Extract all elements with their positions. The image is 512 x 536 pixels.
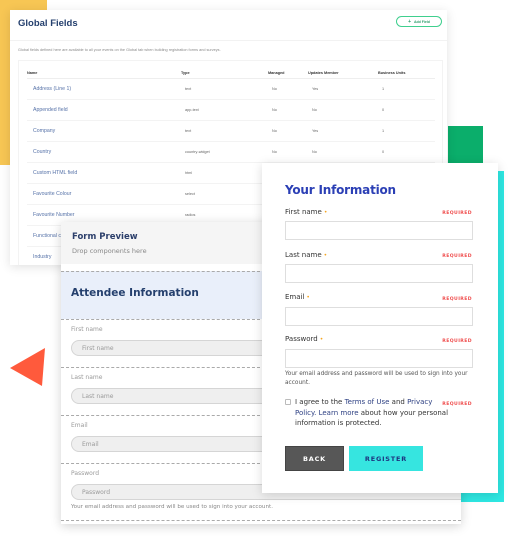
first-name-required: REQUIRED (442, 211, 472, 216)
required-star-icon: • (319, 336, 324, 343)
field-name-link[interactable]: Custom HTML field (27, 170, 181, 176)
table-row[interactable]: Company text No Yes 1 (27, 121, 435, 142)
terms-of-use-link[interactable]: Terms of Use (345, 398, 390, 406)
table-row[interactable]: Address (Line 1) text No Yes 1 (27, 79, 435, 100)
learn-more-link[interactable]: Learn more (316, 409, 359, 417)
agree-required: REQUIRED (442, 402, 472, 407)
agree-prefix: I agree to the (295, 398, 345, 406)
field-name-link[interactable]: Favourite Colour (27, 191, 181, 197)
agree-checkbox[interactable] (285, 399, 291, 405)
field-type: select (185, 192, 195, 196)
first-name-input[interactable] (285, 221, 473, 240)
email-label-text: Email (285, 293, 305, 301)
field-updates-member: No (312, 150, 317, 154)
field-updates-member: Yes (312, 87, 319, 91)
column-header-name[interactable]: Name (27, 71, 181, 75)
decorative-triangle-icon (10, 348, 45, 386)
field-managed: No (272, 150, 277, 154)
table-row[interactable]: Appended field app-text No No 0 (27, 100, 435, 121)
form-title: Your Information (285, 183, 396, 197)
column-header-updates-member[interactable]: Updates Member (308, 71, 378, 75)
field-business-units: 0 (382, 108, 385, 112)
field-updates-member: No (312, 108, 317, 112)
password-help-text: Your email address and password will be … (285, 371, 468, 386)
required-star-icon: • (323, 252, 328, 259)
field-managed: No (272, 129, 277, 133)
preview-bottom-divider (61, 520, 461, 521)
form-preview-title: Form Preview (72, 232, 138, 242)
drop-zone-hint: Drop components here (72, 247, 147, 255)
required-star-icon: • (323, 209, 328, 216)
column-header-type[interactable]: Type (181, 71, 268, 75)
agree-text: I agree to the Terms of Use and Privacy … (295, 397, 455, 429)
attendee-section-title: Attendee Information (71, 287, 199, 299)
field-name-link[interactable]: Appended field (27, 107, 181, 113)
field-type: app-text (185, 108, 199, 112)
last-name-required: REQUIRED (442, 254, 472, 259)
last-name-input[interactable] (285, 264, 473, 283)
field-updates-member: Yes (312, 129, 319, 133)
last-name-label-text: Last name (285, 251, 322, 259)
first-name-label-text: First name (285, 208, 322, 216)
register-button[interactable]: REGISTER (349, 446, 423, 471)
field-business-units: 0 (382, 150, 385, 154)
preview-password-note: Your email address and password will be … (71, 504, 273, 510)
field-type: radios (185, 213, 196, 217)
header-divider (10, 40, 447, 41)
add-field-label: Add Field (413, 19, 430, 24)
email-required: REQUIRED (442, 297, 472, 302)
field-name-link[interactable]: Company (27, 128, 181, 134)
page-title: Global Fields (18, 18, 78, 29)
required-star-icon: • (306, 294, 310, 301)
preview-label-password: Password (71, 470, 100, 477)
preview-label-email: Email (71, 422, 88, 429)
field-type: text (185, 87, 192, 91)
table-header: Name Type Managed Updates Member Busines… (27, 71, 435, 79)
decorative-green-block (448, 126, 483, 166)
field-type: country-widget (185, 150, 210, 154)
field-name-link[interactable]: Favourite Number (27, 212, 181, 218)
plus-icon: + (408, 18, 411, 25)
field-type: text (185, 129, 192, 133)
field-name-link[interactable]: Country (27, 149, 181, 155)
password-label-text: Password (285, 335, 318, 343)
email-label: Email • (285, 293, 310, 301)
column-header-managed[interactable]: Managed (268, 71, 308, 75)
field-managed: No (272, 87, 277, 91)
field-business-units: 1 (382, 87, 385, 91)
field-type: html (185, 171, 193, 175)
preview-label-last-name: Last name (71, 374, 103, 381)
field-business-units: 1 (382, 129, 385, 133)
email-input[interactable] (285, 307, 473, 326)
first-name-label: First name • (285, 208, 327, 216)
add-field-button[interactable]: + Add Field (396, 16, 442, 27)
field-name-link[interactable]: Address (Line 1) (27, 86, 181, 92)
password-label: Password • (285, 335, 323, 343)
last-name-label: Last name • (285, 251, 327, 259)
page-description: Global fields defined here are available… (18, 48, 221, 52)
column-header-business-units[interactable]: Business Units (378, 71, 435, 75)
password-input[interactable] (285, 349, 473, 368)
back-button[interactable]: BACK (285, 446, 344, 471)
field-managed: No (272, 108, 277, 112)
table-row[interactable]: Country country-widget No No 0 (27, 142, 435, 163)
password-required: REQUIRED (442, 339, 472, 344)
registration-form: Your Information First name • REQUIRED La… (262, 163, 498, 493)
agree-and: and (389, 398, 408, 406)
preview-label-first-name: First name (71, 326, 103, 333)
